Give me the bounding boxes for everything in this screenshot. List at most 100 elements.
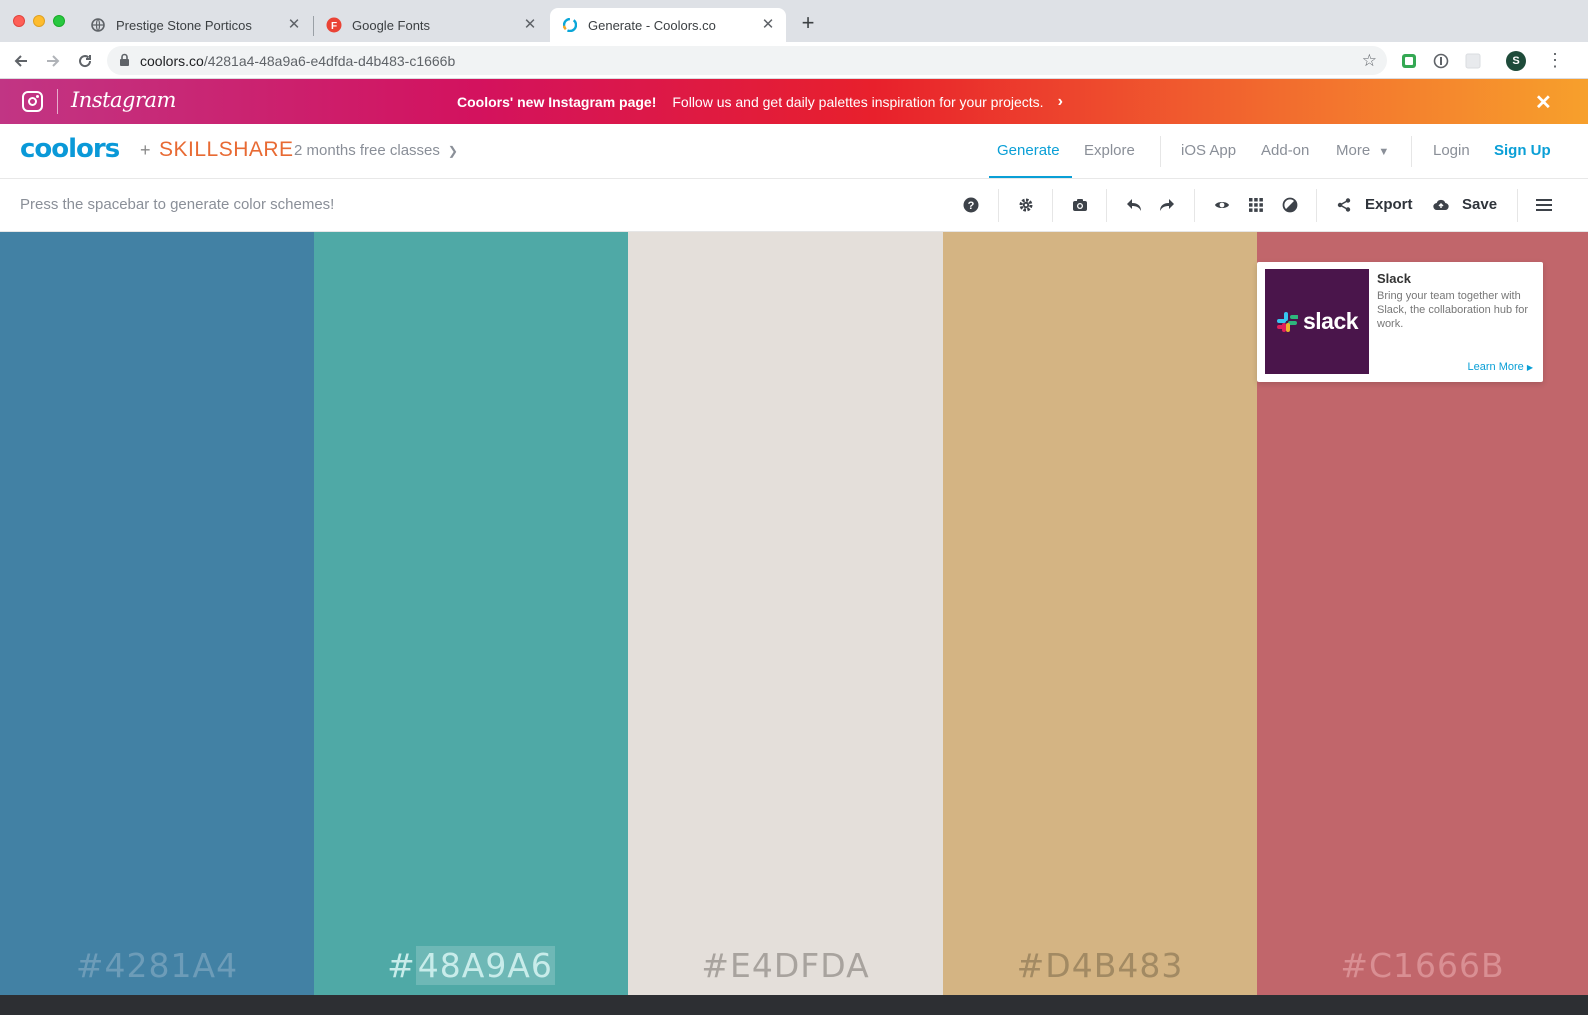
svg-text:F: F bbox=[331, 21, 337, 32]
browser-menu-icon[interactable]: ⋮ bbox=[1546, 51, 1564, 71]
coolors-icon bbox=[562, 17, 578, 33]
url-text: coolors.co/4281a4-48a9a6-e4dfda-d4b483-c… bbox=[140, 53, 455, 69]
toolbar-divider bbox=[998, 189, 999, 222]
new-tab-button[interactable]: + bbox=[798, 12, 818, 34]
url-input[interactable]: coolors.co/4281a4-48a9a6-e4dfda-d4b483-c… bbox=[107, 46, 1387, 75]
toolbar-divider bbox=[1316, 189, 1317, 222]
browser-tab-bar: Prestige Stone Porticos ✕ F Google Fonts… bbox=[0, 0, 1588, 42]
undo-icon[interactable] bbox=[1124, 195, 1144, 215]
color-swatch[interactable]: #E4DFDA bbox=[628, 232, 943, 995]
cloud-upload-icon[interactable] bbox=[1431, 195, 1451, 215]
view-icon[interactable] bbox=[1212, 195, 1232, 215]
menu-icon[interactable] bbox=[1534, 195, 1554, 215]
slack-wordmark: slack bbox=[1302, 308, 1359, 334]
nav-divider bbox=[1160, 136, 1161, 167]
nav-divider bbox=[1411, 136, 1412, 167]
hex-code[interactable]: #E4DFDA bbox=[628, 946, 943, 985]
slack-ad-image[interactable]: slack bbox=[1265, 269, 1369, 374]
browser-tab[interactable]: Prestige Stone Porticos ✕ bbox=[80, 8, 312, 42]
adjust-icon[interactable] bbox=[1280, 195, 1300, 215]
ad-learn-more-link[interactable]: Learn More ▶ bbox=[1468, 361, 1533, 373]
nav-more[interactable]: More ▼ bbox=[1336, 142, 1389, 159]
grid-icon[interactable] bbox=[1246, 195, 1266, 215]
globe-icon bbox=[90, 17, 106, 33]
toolbar-divider bbox=[1517, 189, 1518, 222]
nav-explore[interactable]: Explore bbox=[1084, 142, 1135, 159]
hex-code-selected[interactable]: #48A9A6 bbox=[314, 946, 628, 985]
instagram-wordmark: Instagram bbox=[71, 88, 176, 112]
url-path: /4281a4-48a9a6-e4dfda-d4b483-c1666b bbox=[203, 53, 456, 69]
ad-cta-label: Learn More bbox=[1467, 361, 1524, 373]
ad-title[interactable]: Slack bbox=[1377, 271, 1411, 286]
nav-sign-up[interactable]: Sign Up bbox=[1494, 142, 1551, 159]
tab-separator bbox=[313, 16, 314, 36]
settings-icon[interactable] bbox=[1016, 195, 1036, 215]
spacebar-hint: Press the spacebar to generate color sch… bbox=[20, 196, 335, 213]
toolbar-divider bbox=[1106, 189, 1107, 222]
tab-close-icon[interactable]: ✕ bbox=[760, 17, 776, 33]
color-swatch[interactable]: #4281A4 bbox=[0, 232, 314, 995]
color-swatch[interactable]: #D4B483 bbox=[943, 232, 1257, 995]
instagram-banner[interactable]: Instagram Coolors' new Instagram page! F… bbox=[0, 79, 1588, 124]
camera-icon[interactable] bbox=[1070, 195, 1090, 215]
color-swatch[interactable]: #48A9A6 bbox=[314, 232, 628, 995]
hex-code[interactable]: #C1666B bbox=[1257, 946, 1588, 985]
promo-link[interactable]: 2 months free classes ❯ bbox=[294, 142, 458, 159]
banner-close-icon[interactable]: ✕ bbox=[1535, 90, 1552, 115]
extension-placeholder-icon[interactable] bbox=[1464, 52, 1482, 70]
banner-text: Follow us and get daily palettes inspira… bbox=[672, 94, 1044, 110]
profile-avatar[interactable]: S bbox=[1506, 51, 1526, 71]
tab-title: Google Fonts bbox=[352, 17, 431, 33]
window-zoom-button[interactable] bbox=[53, 15, 65, 27]
logo-plus: + bbox=[140, 140, 151, 160]
skillshare-logo[interactable]: SKILLSHARE bbox=[159, 138, 294, 162]
active-nav-indicator bbox=[989, 176, 1072, 178]
hex-code[interactable]: #4281A4 bbox=[0, 946, 314, 985]
browser-tab[interactable]: F Google Fonts ✕ bbox=[316, 8, 548, 42]
reload-icon[interactable] bbox=[74, 50, 96, 72]
lock-icon bbox=[119, 53, 130, 72]
password-manager-icon[interactable] bbox=[1432, 52, 1450, 70]
hex-code[interactable]: #D4B483 bbox=[943, 946, 1257, 985]
generator-toolbar: Press the spacebar to generate color sch… bbox=[0, 179, 1588, 232]
nav-login[interactable]: Login bbox=[1433, 142, 1470, 159]
tab-title: Prestige Stone Porticos bbox=[116, 17, 252, 33]
back-icon[interactable] bbox=[10, 50, 32, 72]
window-minimize-button[interactable] bbox=[33, 15, 45, 27]
nav-more-label: More bbox=[1336, 142, 1371, 159]
instagram-icon bbox=[22, 91, 43, 112]
tab-close-icon[interactable]: ✕ bbox=[286, 17, 302, 33]
caret-right-icon: ▶ bbox=[1526, 363, 1533, 372]
slack-ad[interactable]: slack Slack Bring your team together wit… bbox=[1257, 262, 1543, 382]
banner-message[interactable]: Coolors' new Instagram page! Follow us a… bbox=[457, 93, 1063, 111]
coolors-logo[interactable]: coolors bbox=[20, 134, 120, 164]
ad-body: Bring your team together with Slack, the… bbox=[1377, 290, 1529, 330]
share-icon[interactable] bbox=[1334, 195, 1354, 215]
toolbar-divider bbox=[1052, 189, 1053, 222]
chevron-right-icon: ❯ bbox=[447, 144, 458, 158]
export-button[interactable]: Export bbox=[1365, 196, 1413, 213]
browser-tab-active[interactable]: Generate - Coolors.co ✕ bbox=[550, 8, 786, 42]
extension-icon[interactable] bbox=[1400, 52, 1418, 70]
banner-divider bbox=[57, 89, 58, 114]
window-close-button[interactable] bbox=[13, 15, 25, 27]
save-button[interactable]: Save bbox=[1462, 196, 1497, 213]
address-bar: coolors.co/4281a4-48a9a6-e4dfda-d4b483-c… bbox=[0, 42, 1588, 79]
toolbar-divider bbox=[1194, 189, 1195, 222]
banner-headline: Coolors' new Instagram page! bbox=[457, 94, 657, 110]
svg-text:?: ? bbox=[968, 200, 975, 212]
help-icon[interactable]: ? bbox=[961, 195, 981, 215]
nav-ios-app[interactable]: iOS App bbox=[1181, 142, 1236, 159]
tab-close-icon[interactable]: ✕ bbox=[522, 17, 538, 33]
chevron-right-icon: › bbox=[1057, 93, 1063, 110]
google-fonts-icon: F bbox=[326, 17, 342, 33]
nav-add-on[interactable]: Add-on bbox=[1261, 142, 1309, 159]
window-bottom-edge bbox=[0, 995, 1588, 1015]
site-header: coolors + SKILLSHARE 2 months free class… bbox=[0, 124, 1588, 179]
redo-icon[interactable] bbox=[1157, 195, 1177, 215]
bookmark-star-icon[interactable]: ☆ bbox=[1362, 51, 1377, 71]
forward-icon[interactable] bbox=[42, 50, 64, 72]
hex-code-selection: 48A9A6 bbox=[415, 946, 555, 985]
nav-generate[interactable]: Generate bbox=[997, 142, 1060, 159]
slack-logo-icon bbox=[1276, 311, 1298, 332]
